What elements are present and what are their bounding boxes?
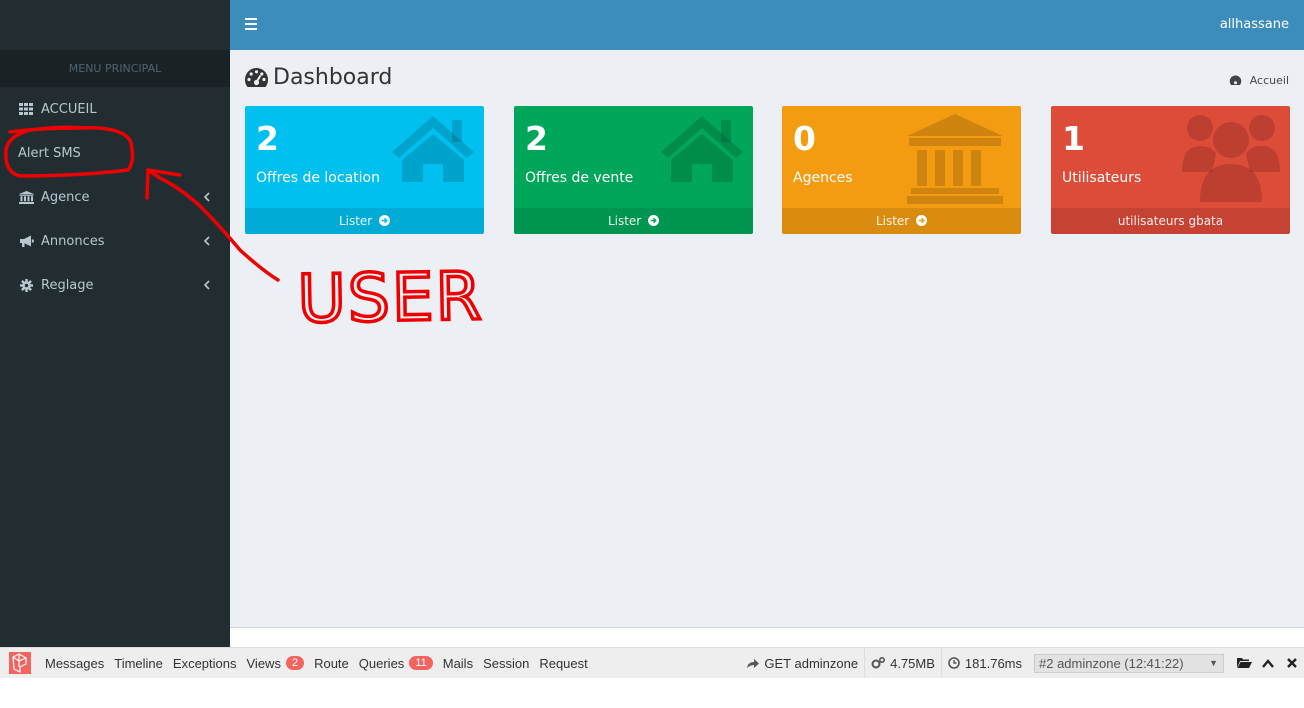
debug-tab-exceptions[interactable]: Exceptions: [173, 656, 237, 671]
tab-label: Mails: [442, 655, 474, 671]
home-icon: [392, 116, 474, 182]
debug-tab-route[interactable]: Route: [314, 656, 349, 671]
sidebar-item-label: ACCUEIL: [41, 101, 97, 117]
stat-value: 0: [793, 119, 816, 158]
sidebar-item-agence[interactable]: Agence: [0, 175, 230, 219]
dashboard-icon: [244, 67, 269, 87]
debug-tab-mails[interactable]: Mails: [443, 656, 473, 671]
sidebar-item-reglage[interactable]: Reglage: [0, 263, 230, 307]
debug-route-method[interactable]: GET adminzone: [740, 648, 864, 678]
footer-label: utilisateurs gbata: [1117, 214, 1224, 228]
bullhorn-icon: [18, 234, 34, 248]
arrow-circle-right-icon: [916, 215, 928, 226]
debug-tab-views[interactable]: Views 2: [247, 656, 305, 671]
bank-icon: [18, 190, 34, 204]
stat-value: 2: [256, 119, 279, 158]
stat-footer-link[interactable]: utilisateurs gbata: [1051, 208, 1290, 234]
sidebar-item-label: Agence: [41, 189, 90, 205]
tab-label: Route: [314, 655, 349, 671]
bank-icon: [907, 114, 1003, 204]
dashboard-icon: [1229, 75, 1241, 85]
debug-time[interactable]: 181.76ms: [940, 648, 1028, 678]
footer-label: Lister: [875, 214, 910, 228]
views-badge: 2: [285, 656, 305, 670]
tab-label: Timeline: [114, 655, 163, 671]
debug-tab-session[interactable]: Session: [483, 656, 529, 671]
footer-label: Lister: [338, 214, 373, 228]
stat-footer-link[interactable]: Lister: [245, 208, 484, 234]
app-root: MENU PRINCIPAL ACCUEIL Alert SMS Agence …: [0, 0, 1304, 708]
caret-down-icon: ▼: [1209, 657, 1218, 668]
tab-label: Messages: [45, 655, 105, 671]
arrow-circle-right-icon: [648, 215, 660, 226]
memory-label: 4.75MB: [890, 655, 935, 671]
chevron-left-icon: [203, 236, 210, 246]
sidebar-item-label: Annonces: [41, 233, 105, 249]
chevron-left-icon: [203, 192, 210, 202]
debugbar-right: GET adminzone 4.75MB 181.76ms #2 adminzo…: [740, 648, 1304, 678]
menu-toggle-icon[interactable]: [245, 18, 257, 30]
sidebar-logo-area: [0, 0, 230, 50]
tab-label: Request: [539, 655, 588, 671]
stat-box-utilisateurs: 1 Utilisateurs utilisateurs gbata: [1051, 106, 1290, 234]
footer-label: Lister: [607, 214, 642, 228]
stat-box-agences: 0 Agences Lister: [782, 106, 1021, 234]
sidebar-item-annonces[interactable]: Annonces: [0, 219, 230, 263]
tab-label: Exceptions: [172, 655, 237, 671]
laravel-logo-icon[interactable]: [9, 652, 31, 674]
tab-label: Views: [246, 655, 281, 671]
debugbar: Messages Timeline Exceptions Views 2 Rout…: [0, 647, 1304, 678]
user-menu[interactable]: allhassane: [1220, 0, 1289, 50]
clock-icon: [948, 657, 960, 669]
breadcrumb[interactable]: Accueil: [1229, 74, 1289, 87]
sidebar-item-alert-sms[interactable]: Alert SMS: [0, 131, 230, 175]
grid-icon: [18, 102, 34, 116]
stat-box-location: 2 Offres de location Lister: [245, 106, 484, 234]
cogs-icon: [871, 657, 886, 669]
share-icon: [747, 658, 760, 668]
queries-badge: 11: [409, 656, 433, 670]
folder-open-icon[interactable]: [1232, 648, 1256, 678]
page-title-text: Dashboard: [273, 65, 393, 90]
debug-tab-request[interactable]: Request: [539, 656, 587, 671]
top-navbar: allhassane: [230, 0, 1304, 50]
chevron-up-icon[interactable]: [1256, 648, 1280, 678]
close-icon[interactable]: [1280, 648, 1304, 678]
stat-value: 1: [1062, 119, 1085, 158]
home-icon: [661, 116, 743, 182]
page-title: Dashboard: [244, 65, 392, 90]
sidebar-item-label: Reglage: [41, 277, 94, 293]
stat-label: Offres de vente: [525, 170, 634, 186]
stat-value: 2: [525, 119, 548, 158]
tab-label: Queries: [358, 655, 405, 671]
debug-memory[interactable]: 4.75MB: [864, 648, 941, 678]
users-icon: [1182, 115, 1280, 202]
stat-label: Utilisateurs: [1062, 170, 1142, 186]
debug-tab-queries[interactable]: Queries 11: [359, 656, 433, 671]
stat-footer-link[interactable]: Lister: [514, 208, 753, 234]
sidebar-section-title: MENU PRINCIPAL: [0, 50, 230, 87]
main-content: Dashboard Accueil 2 Offres de location L…: [230, 50, 1304, 627]
debug-tab-messages[interactable]: Messages: [45, 656, 104, 671]
request-select-value: #2 adminzone (12:41:22): [1039, 655, 1184, 671]
request-select[interactable]: #2 adminzone (12:41:22) ▼: [1034, 653, 1224, 673]
route-label: GET adminzone: [764, 655, 859, 671]
gear-icon: [18, 278, 34, 292]
sidebar-item-label: Alert SMS: [18, 145, 81, 161]
tab-label: Session: [483, 655, 530, 671]
sidebar-item-accueil[interactable]: ACCUEIL: [0, 87, 230, 131]
time-label: 181.76ms: [964, 655, 1022, 671]
content-footer: [230, 627, 1304, 647]
stat-label: Offres de location: [256, 170, 380, 186]
stat-footer-link[interactable]: Lister: [782, 208, 1021, 234]
stat-box-vente: 2 Offres de vente Lister: [514, 106, 753, 234]
stat-label: Agences: [793, 170, 853, 186]
breadcrumb-label: Accueil: [1249, 74, 1289, 87]
debug-tab-timeline[interactable]: Timeline: [114, 656, 163, 671]
arrow-circle-right-icon: [379, 215, 391, 226]
chevron-left-icon: [203, 280, 210, 290]
sidebar: MENU PRINCIPAL ACCUEIL Alert SMS Agence …: [0, 0, 230, 647]
